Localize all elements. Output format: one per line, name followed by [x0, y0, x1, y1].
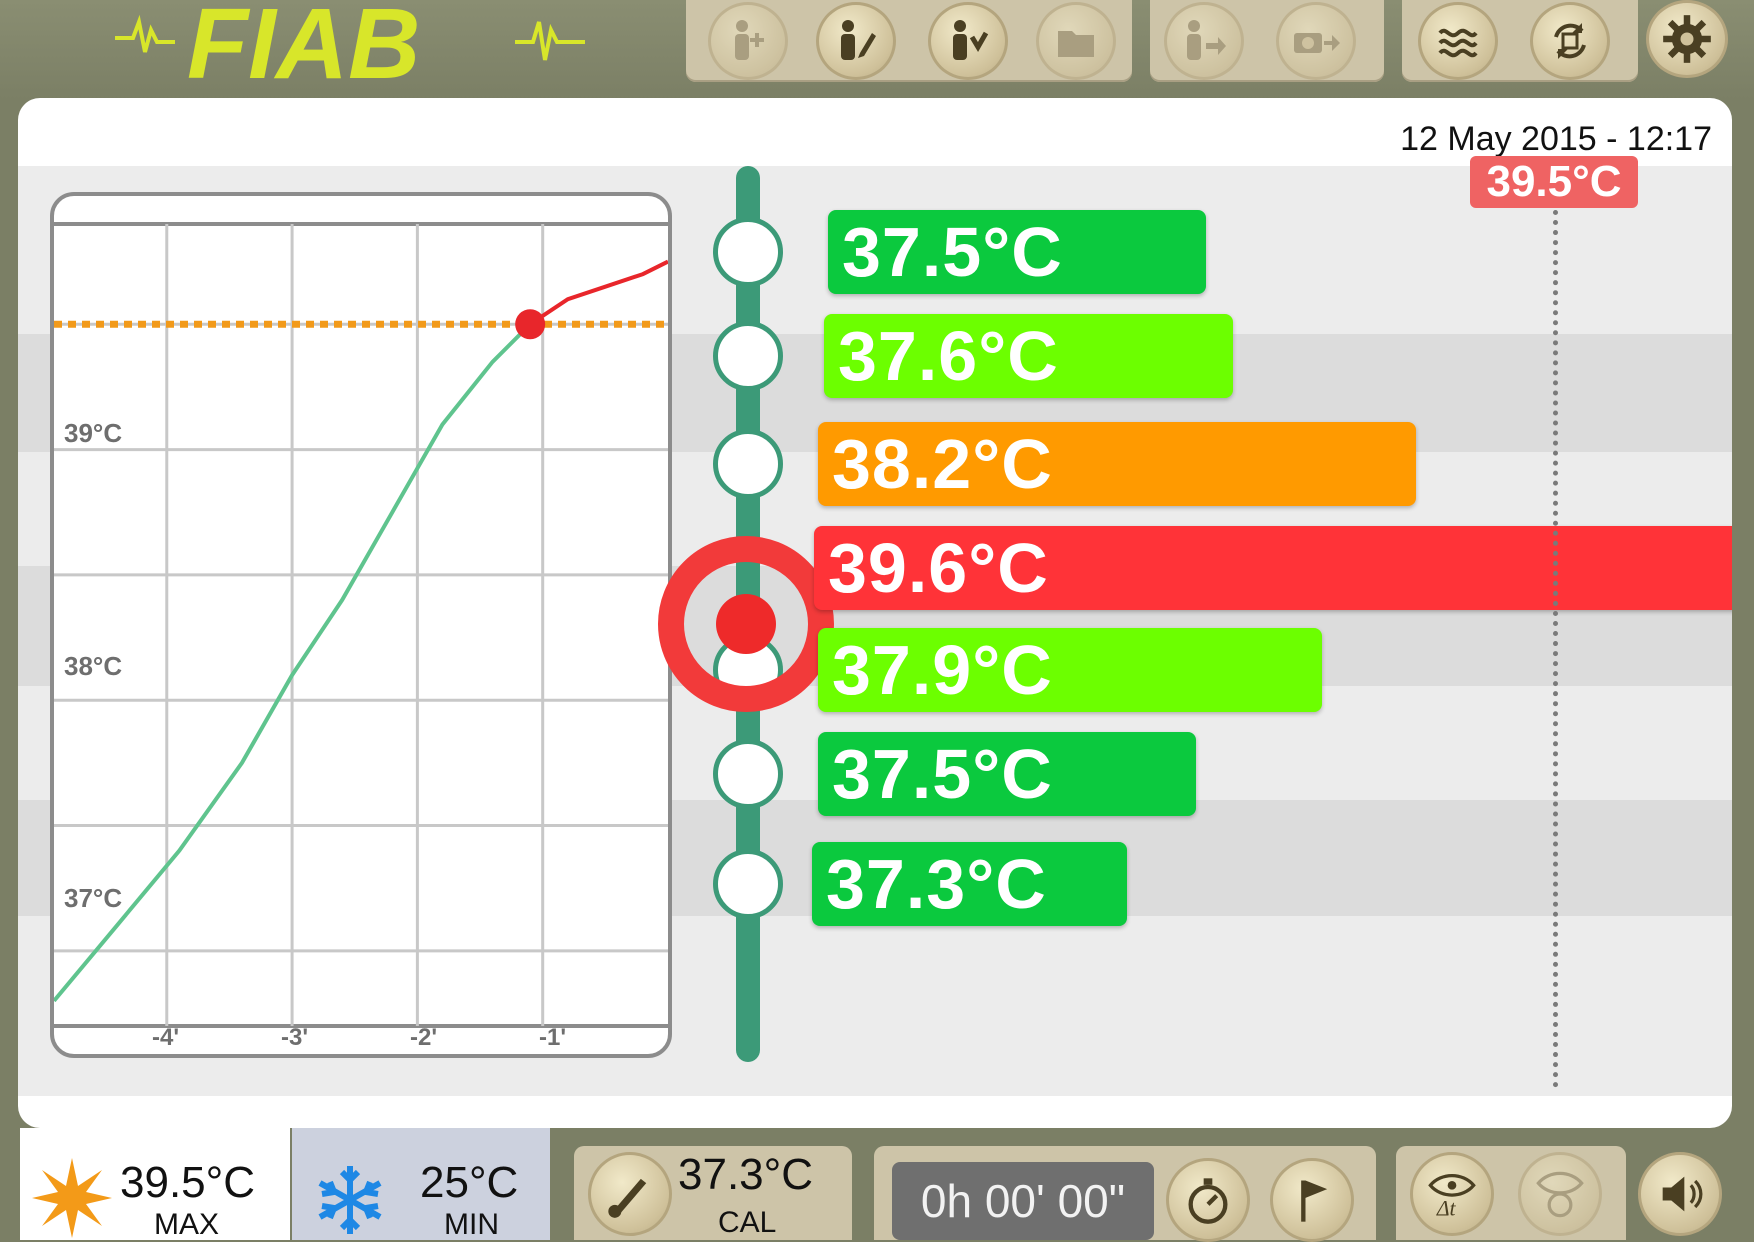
threshold-badge: 39.5°C	[1470, 156, 1638, 208]
flag-icon	[1301, 1180, 1328, 1222]
calibration-group: 37.3°C CAL	[574, 1146, 852, 1240]
y-tick-label: 37°C	[64, 883, 123, 913]
datetime-label: 12 May 2015 - 12:17	[1400, 120, 1712, 158]
min-temp-label: MIN	[444, 1208, 499, 1241]
sun-icon	[32, 1158, 112, 1238]
svg-text:Δt: Δt	[1436, 1197, 1457, 1220]
cal-temp-label: CAL	[718, 1206, 777, 1239]
waves-button[interactable]	[1418, 2, 1498, 80]
speaker-icon	[1662, 1176, 1703, 1212]
fiab-logo: FIAB	[115, 0, 585, 90]
settings-button[interactable]	[1646, 0, 1728, 78]
min-temp-panel[interactable]: 25°C MIN	[292, 1128, 550, 1241]
sound-button[interactable]	[1638, 1152, 1722, 1236]
add-patient-button[interactable]	[708, 2, 788, 80]
bottom-bar: 39.5°C MAX 25°C MIN 37.3°C CAL 0h 00' 00…	[0, 1128, 1754, 1242]
channel-bar-7[interactable]: 37.3°C	[812, 842, 1127, 926]
sensor-node-7[interactable]	[713, 849, 783, 919]
channel-bar-1[interactable]: 37.5°C	[828, 210, 1206, 294]
thermometer-icon	[608, 1178, 647, 1218]
flag-button[interactable]	[1270, 1158, 1354, 1242]
main-panel: 12 May 2015 - 12:17 39°C 38°C 37°C -4' -…	[18, 98, 1732, 1128]
channel-bar-3[interactable]: 38.2°C	[818, 422, 1416, 506]
channel-bar-4[interactable]: 39.6°C	[814, 526, 1732, 610]
eye-stopwatch-icon	[1536, 1171, 1584, 1218]
stopwatch-icon	[1188, 1178, 1228, 1224]
export-patient-icon	[1187, 20, 1226, 60]
delta-group: Δt	[1396, 1146, 1626, 1240]
trend-chart-svg	[54, 222, 668, 1028]
rotate-icon	[1554, 23, 1586, 59]
max-temp-panel[interactable]: 39.5°C MAX	[20, 1128, 290, 1241]
delta-time-button[interactable]: Δt	[1410, 1152, 1494, 1236]
max-temp-value: 39.5°C	[120, 1158, 256, 1207]
sensor-node-2[interactable]	[713, 321, 783, 391]
cal-temp-value: 37.3°C	[678, 1150, 814, 1199]
alarm-sensor-dot	[716, 594, 776, 654]
export-patient-button[interactable]	[1164, 2, 1244, 80]
temperature-trend-chart: 39°C 38°C 37°C -4' -3' -2' -1'	[50, 192, 672, 1058]
stopwatch-button[interactable]	[1166, 1158, 1250, 1242]
top-bar: FIAB	[0, 0, 1754, 100]
alarm-point-marker	[515, 309, 546, 340]
logo-text: FIAB	[187, 0, 420, 90]
rotate-button[interactable]	[1530, 2, 1610, 80]
threshold-line	[1553, 210, 1558, 1088]
folder-icon	[1058, 31, 1094, 57]
select-patient-button[interactable]	[928, 2, 1008, 80]
channel-bar-6[interactable]: 37.5°C	[818, 732, 1196, 816]
series-line-2	[529, 259, 668, 326]
waves-icon	[1438, 28, 1478, 58]
max-temp-label: MAX	[154, 1208, 220, 1241]
channel-bar-2[interactable]: 37.6°C	[824, 314, 1233, 398]
y-tick-label: 38°C	[64, 651, 123, 681]
y-tick-label: 39°C	[64, 418, 123, 448]
eye-timer-button[interactable]	[1518, 1152, 1602, 1236]
sensor-node-3[interactable]	[713, 429, 783, 499]
export-photo-button[interactable]	[1276, 2, 1356, 80]
add-patient-icon	[735, 20, 764, 60]
x-tick-label: -2'	[410, 1024, 438, 1051]
snowflake-icon	[318, 1166, 382, 1234]
x-tick-label: -3'	[281, 1024, 309, 1051]
x-tick-label: -4'	[152, 1024, 180, 1051]
x-tick-label: -1'	[539, 1024, 567, 1051]
channel-bar-5[interactable]: 37.9°C	[818, 628, 1322, 712]
elapsed-timer: 0h 00' 00"	[892, 1162, 1154, 1240]
gear-icon	[1663, 15, 1711, 63]
edit-patient-icon	[841, 20, 876, 60]
open-folder-button[interactable]	[1036, 2, 1116, 80]
sensor-node-6[interactable]	[713, 739, 783, 809]
min-temp-value: 25°C	[420, 1158, 519, 1207]
eye-delta-icon: Δt	[1428, 1173, 1476, 1220]
sensor-node-1[interactable]	[713, 217, 783, 287]
edit-patient-button[interactable]	[816, 2, 896, 80]
calibration-button[interactable]	[588, 1152, 672, 1236]
select-patient-icon	[953, 20, 989, 60]
export-photo-icon	[1294, 33, 1340, 53]
